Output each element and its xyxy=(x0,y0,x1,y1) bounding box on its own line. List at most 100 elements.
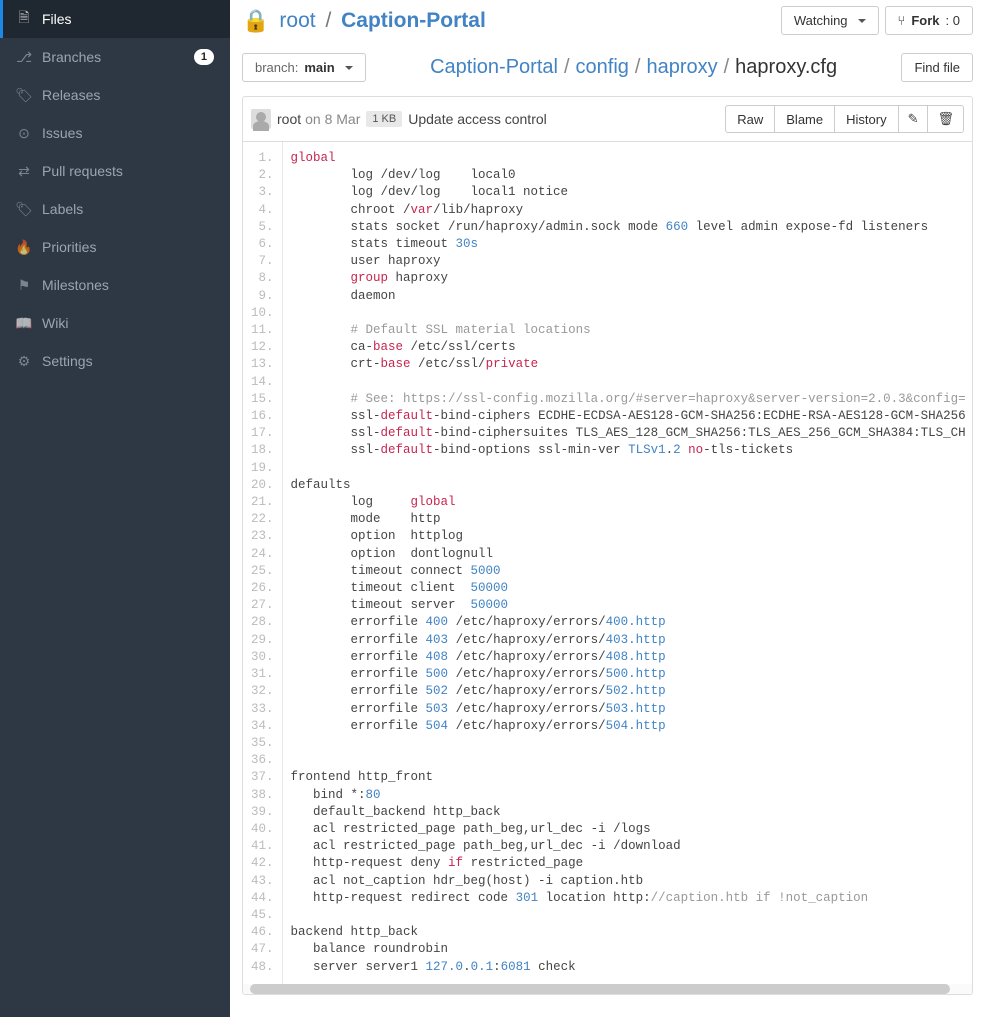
sidebar-item-settings[interactable]: ⚙Settings xyxy=(0,342,230,380)
breadcrumb-link[interactable]: haproxy xyxy=(646,56,717,78)
line-number[interactable]: 38. xyxy=(251,787,274,804)
line-number[interactable]: 45. xyxy=(251,907,274,924)
sidebar-item-milestones[interactable]: ⚑Milestones xyxy=(0,266,230,304)
code-line: bind *:80 xyxy=(291,787,964,804)
line-number[interactable]: 5. xyxy=(251,219,274,236)
line-number[interactable]: 4. xyxy=(251,202,274,219)
repo-owner-link[interactable]: root xyxy=(279,9,315,32)
line-number[interactable]: 48. xyxy=(251,959,274,976)
sidebar-item-label: Pull requests xyxy=(42,163,214,179)
line-number[interactable]: 32. xyxy=(251,683,274,700)
repo-name-link[interactable]: Caption-Portal xyxy=(341,9,486,32)
path-separator: / xyxy=(321,9,335,32)
source-code[interactable]: global log /dev/log local0 log /dev/log … xyxy=(283,142,972,984)
count-badge: 1 xyxy=(194,49,214,65)
line-number[interactable]: 3. xyxy=(251,184,274,201)
raw-button[interactable]: Raw xyxy=(725,105,775,133)
line-number[interactable]: 14. xyxy=(251,374,274,391)
line-number[interactable]: 18. xyxy=(251,442,274,459)
line-number[interactable]: 1. xyxy=(251,150,274,167)
edit-button[interactable]: ✎ xyxy=(898,105,929,133)
line-number[interactable]: 13. xyxy=(251,356,274,373)
line-number[interactable]: 39. xyxy=(251,804,274,821)
line-number[interactable]: 29. xyxy=(251,632,274,649)
code-line: errorfile 408 /etc/haproxy/errors/408.ht… xyxy=(291,649,964,666)
line-number[interactable]: 35. xyxy=(251,735,274,752)
line-number[interactable]: 12. xyxy=(251,339,274,356)
line-number[interactable]: 43. xyxy=(251,873,274,890)
line-number[interactable]: 6. xyxy=(251,236,274,253)
line-number[interactable]: 19. xyxy=(251,460,274,477)
code-line: defaults xyxy=(291,477,964,494)
code-line: timeout connect 5000 xyxy=(291,563,964,580)
sidebar-item-releases[interactable]: 🏷Releases xyxy=(0,76,230,114)
fork-button[interactable]: ⑂ Fork: 0 xyxy=(885,6,973,35)
line-number[interactable]: 23. xyxy=(251,528,274,545)
line-number[interactable]: 16. xyxy=(251,408,274,425)
commit-author[interactable]: root xyxy=(277,111,301,127)
path-row: branch: main Caption-Portal/config/hapro… xyxy=(242,47,973,96)
breadcrumb-current: haproxy.cfg xyxy=(735,56,837,78)
code-line: acl restricted_page path_beg,url_dec -i … xyxy=(291,821,964,838)
code-line xyxy=(291,907,964,924)
line-number-gutter: 1.2.3.4.5.6.7.8.9.10.11.12.13.14.15.16.1… xyxy=(243,142,283,984)
line-number[interactable]: 7. xyxy=(251,253,274,270)
line-number[interactable]: 9. xyxy=(251,288,274,305)
find-file-button[interactable]: Find file xyxy=(901,53,973,82)
delete-button[interactable]: 🗑 xyxy=(927,105,964,133)
commit-date: on 8 Mar xyxy=(305,111,360,127)
line-number[interactable]: 44. xyxy=(251,890,274,907)
sidebar-icon: ⇄ xyxy=(16,163,32,179)
line-number[interactable]: 40. xyxy=(251,821,274,838)
sidebar-item-pull-requests[interactable]: ⇄ Pull requests xyxy=(0,152,230,190)
line-number[interactable]: 17. xyxy=(251,425,274,442)
horizontal-scrollbar[interactable] xyxy=(243,984,972,994)
sidebar-icon: 🔥 xyxy=(16,239,32,255)
line-number[interactable]: 20. xyxy=(251,477,274,494)
code-line: backend http_back xyxy=(291,924,964,941)
line-number[interactable]: 24. xyxy=(251,546,274,563)
sidebar-item-label: Labels xyxy=(42,201,214,217)
line-number[interactable]: 21. xyxy=(251,494,274,511)
code-viewer[interactable]: 1.2.3.4.5.6.7.8.9.10.11.12.13.14.15.16.1… xyxy=(242,141,973,995)
line-number[interactable]: 10. xyxy=(251,305,274,322)
breadcrumb-link[interactable]: Caption-Portal xyxy=(430,56,558,78)
code-line: ssl-default-bind-ciphers ECDHE-ECDSA-AES… xyxy=(291,408,964,425)
sidebar-item-priorities[interactable]: 🔥Priorities xyxy=(0,228,230,266)
line-number[interactable]: 25. xyxy=(251,563,274,580)
line-number[interactable]: 22. xyxy=(251,511,274,528)
line-number[interactable]: 47. xyxy=(251,941,274,958)
line-number[interactable]: 31. xyxy=(251,666,274,683)
sidebar-item-branches[interactable]: ⎇Branches1 xyxy=(0,38,230,76)
sidebar-item-files[interactable]: 🗎Files xyxy=(0,0,230,38)
line-number[interactable]: 37. xyxy=(251,769,274,786)
sidebar-item-labels[interactable]: 🏷Labels xyxy=(0,190,230,228)
line-number[interactable]: 15. xyxy=(251,391,274,408)
sidebar: 🗎Files⎇Branches1🏷Releases⊙Issues ⇄ Pull re… xyxy=(0,0,230,1017)
line-number[interactable]: 46. xyxy=(251,924,274,941)
file-commit-header: root on 8 Mar 1 KB Update access control… xyxy=(242,96,973,141)
line-number[interactable]: 34. xyxy=(251,718,274,735)
sidebar-item-issues[interactable]: ⊙Issues xyxy=(0,114,230,152)
line-number[interactable]: 11. xyxy=(251,322,274,339)
line-number[interactable]: 36. xyxy=(251,752,274,769)
line-number[interactable]: 28. xyxy=(251,614,274,631)
line-number[interactable]: 27. xyxy=(251,597,274,614)
code-line xyxy=(291,752,964,769)
history-button[interactable]: History xyxy=(834,105,898,133)
code-line: log global xyxy=(291,494,964,511)
branch-select-button[interactable]: branch: main xyxy=(242,53,366,82)
commit-message[interactable]: Update access control xyxy=(408,111,547,127)
watching-button[interactable]: Watching xyxy=(781,6,879,35)
line-number[interactable]: 2. xyxy=(251,167,274,184)
code-line: ssl-default-bind-ciphersuites TLS_AES_12… xyxy=(291,425,964,442)
line-number[interactable]: 26. xyxy=(251,580,274,597)
line-number[interactable]: 30. xyxy=(251,649,274,666)
breadcrumb-link[interactable]: config xyxy=(576,56,629,78)
line-number[interactable]: 8. xyxy=(251,270,274,287)
line-number[interactable]: 42. xyxy=(251,855,274,872)
line-number[interactable]: 41. xyxy=(251,838,274,855)
line-number[interactable]: 33. xyxy=(251,701,274,718)
blame-button[interactable]: Blame xyxy=(774,105,835,133)
sidebar-item-wiki[interactable]: 📖Wiki xyxy=(0,304,230,342)
